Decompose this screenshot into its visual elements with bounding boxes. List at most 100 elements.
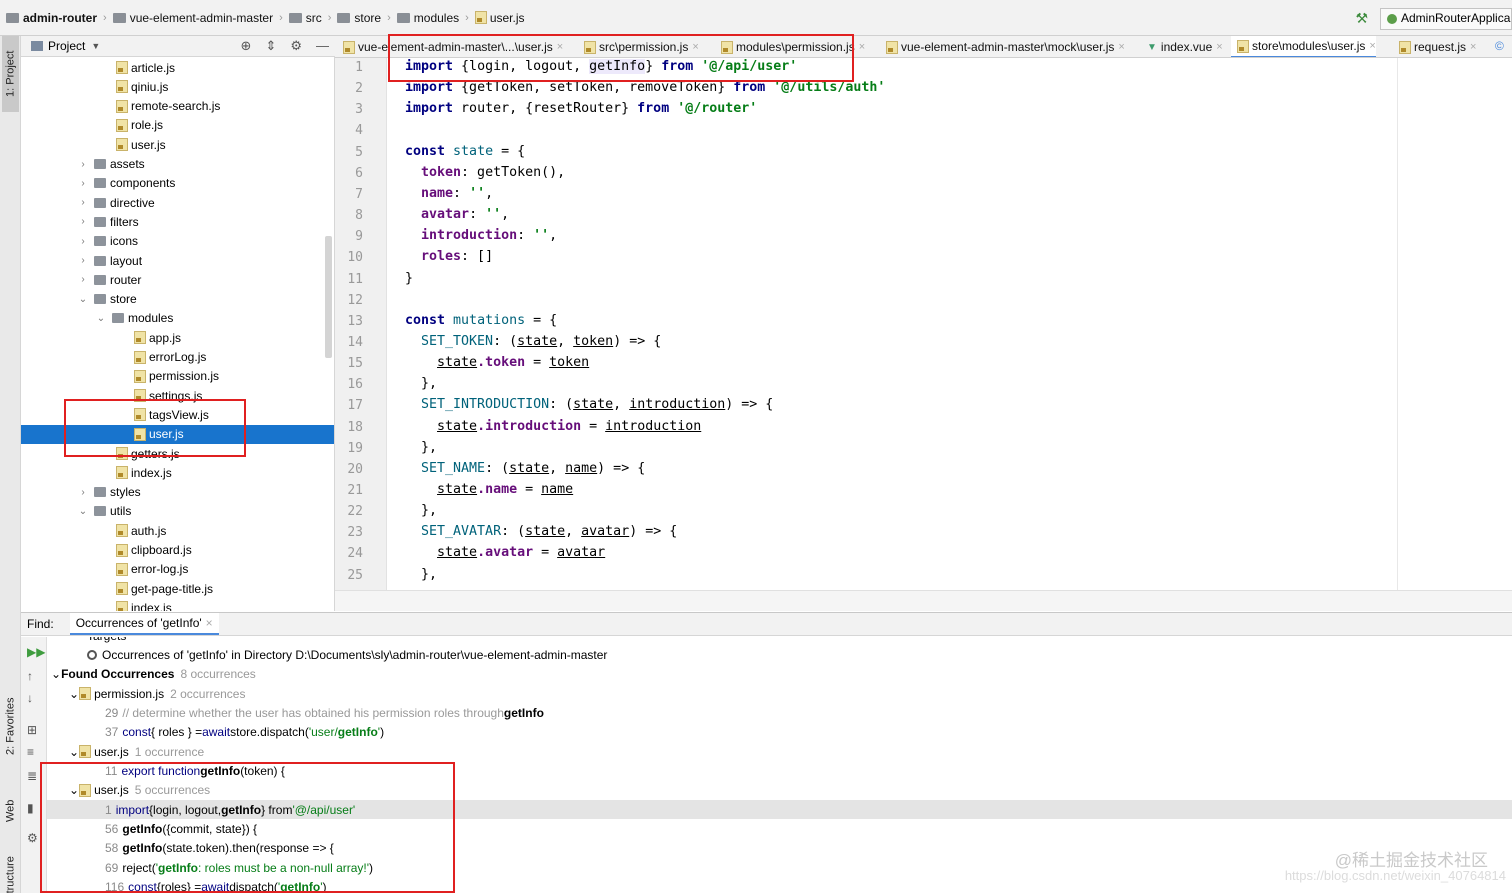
structure-tool-tab[interactable]: 7: Structure [2,842,19,893]
web-tool-tab[interactable]: Web [2,788,19,834]
tree-file-item[interactable]: user.js [21,424,334,444]
collapse-all-results-icon[interactable]: ≣ [27,769,37,783]
editor-tab[interactable]: src\permission.js × [578,36,699,57]
tree-file-item[interactable]: getters.js [21,444,334,463]
previous-occurrence-icon[interactable]: ↑ [27,669,33,683]
breadcrumb-item[interactable]: modules [396,11,459,25]
result-row[interactable]: 11 export function getInfo (token) { [47,761,1512,780]
tree-folder-item[interactable]: ⌄ utils [21,502,334,521]
editor-tab[interactable]: modules\permission.js × [715,36,865,57]
chevron-down-icon[interactable]: ⌄ [69,687,79,701]
tree-file-item[interactable]: article.js [21,58,334,77]
chevron-down-icon[interactable]: ⌄ [51,667,61,681]
tree-folder-item[interactable]: › icons [21,232,334,251]
editor-tab[interactable]: request.js × [1393,36,1476,57]
chevron-down-icon[interactable]: ⌄ [96,313,106,324]
next-occurrence-icon[interactable]: ↓ [27,691,33,705]
rerun-icon[interactable]: ▶▶ [27,645,45,659]
tree-folder-item[interactable]: › layout [21,251,334,270]
group-by-icon[interactable]: ⊞ [27,723,37,737]
tree-folder-item[interactable]: › styles [21,483,334,502]
result-row[interactable]: 37 const { roles } = await store.dispatc… [47,723,1512,742]
tree-folder-item[interactable]: › directive [21,193,334,212]
project-tree-scrollbar[interactable] [325,236,332,358]
tree-file-item[interactable]: index.js [21,463,334,482]
tree-file-item[interactable]: auth.js [21,521,334,540]
chevron-down-icon[interactable]: ⌄ [78,506,88,517]
tree-file-item[interactable]: settings.js [21,386,334,405]
chevron-right-icon[interactable]: › [78,197,88,208]
tree-folder-item[interactable]: ⌄ store [21,290,334,309]
tree-file-item[interactable]: get-page-title.js [21,579,334,598]
collapse-all-icon[interactable]: ⇕ [265,38,276,54]
project-panel-title[interactable]: Project [48,39,85,53]
breadcrumb-item[interactable]: admin-router [6,11,97,25]
code-editor[interactable]: import {login, logout, getInfo} from '@/… [388,58,1512,590]
settings-gear-icon[interactable]: ⚙ [27,831,38,845]
chevron-down-icon[interactable]: ⌄ [69,745,79,759]
close-icon[interactable]: × [1216,41,1222,53]
tree-file-item[interactable]: permission.js [21,367,334,386]
build-hammer-icon[interactable]: ⚒ [1355,10,1368,27]
close-icon[interactable]: × [1369,40,1375,52]
breadcrumb-item[interactable]: user.js [474,11,525,25]
chevron-right-icon[interactable]: › [78,487,88,498]
editor-horizontal-scrollbar[interactable] [335,590,1512,611]
minimize-icon[interactable]: — [316,38,329,54]
breadcrumb-item[interactable]: src [288,11,322,25]
close-icon[interactable]: × [859,41,865,53]
result-row[interactable]: Targets [47,637,1512,645]
chevron-right-icon[interactable]: › [78,159,88,170]
favorites-tool-tab[interactable]: 2: Favorites [2,672,19,780]
preview-icon[interactable]: ▮ [27,801,34,815]
chevron-right-icon[interactable]: › [78,274,88,285]
breadcrumb-item[interactable]: vue-element-admin-master [112,11,273,25]
editor-tab[interactable]: vue-element-admin-master\...\user.js × [337,36,563,57]
tree-file-item[interactable]: index.js [21,598,334,611]
locate-target-icon[interactable]: ⊕ [241,38,252,54]
tree-file-item[interactable]: remote-search.js [21,97,334,116]
tree-folder-item[interactable]: › filters [21,212,334,231]
result-row[interactable]: 58 getInfo (state.token).then(response =>… [47,839,1512,858]
close-icon[interactable]: × [692,41,698,53]
tree-file-item[interactable]: tagsView.js [21,405,334,424]
result-row[interactable]: 1 import {login, logout, getInfo} from '… [47,800,1512,820]
close-icon[interactable]: × [1470,41,1476,53]
find-results-tab[interactable]: Occurrences of 'getInfo' × [69,613,219,635]
editor-tab[interactable]: ▼ index.vue × [1141,36,1223,57]
editor-tab[interactable]: store\modules\user.js × [1231,36,1376,57]
chevron-down-icon[interactable]: ⌄ [69,783,79,797]
tree-file-item[interactable]: clipboard.js [21,541,334,560]
result-row[interactable]: 56 getInfo ({commit, state}) { [47,820,1512,839]
tree-folder-item[interactable]: › components [21,174,334,193]
close-icon[interactable]: × [557,41,563,53]
tree-file-item[interactable]: errorLog.js [21,348,334,367]
chevron-right-icon[interactable]: › [78,178,88,189]
close-icon[interactable]: × [206,616,213,630]
tree-folder-item[interactable]: › assets [21,155,334,174]
tree-folder-item[interactable]: ⌄ modules [21,309,334,328]
result-row[interactable]: 29 // determine whether the user has obt… [47,703,1512,722]
tree-file-item[interactable]: error-log.js [21,560,334,579]
expand-all-icon[interactable]: ≡ [27,745,34,759]
editor-tab[interactable]: vue-element-admin-master\mock\user.js × [880,36,1125,57]
result-row[interactable]: ⌄ permission.js 2 occurrences [47,684,1512,703]
result-row[interactable]: ⌄ user.js 5 occurrences [47,781,1512,800]
tree-file-item[interactable]: role.js [21,116,334,135]
chevron-right-icon[interactable]: › [78,255,88,266]
chevron-right-icon[interactable]: › [78,216,88,227]
tree-folder-item[interactable]: › router [21,270,334,289]
dropdown-arrow-icon[interactable]: ▼ [91,41,100,51]
chevron-right-icon[interactable]: › [78,236,88,247]
result-row[interactable]: ⌄ Found Occurrences 8 occurrences [47,665,1512,684]
run-configuration-selector[interactable]: AdminRouterApplica [1380,8,1512,30]
chevron-down-icon[interactable]: ⌄ [78,294,88,305]
result-row[interactable]: Occurrences of 'getInfo' in Directory D:… [47,645,1512,664]
breadcrumb-item[interactable]: store [337,11,381,25]
gear-icon[interactable]: ⚙ [290,38,302,54]
result-row[interactable]: ⌄ user.js 1 occurrence [47,742,1512,761]
tree-file-item[interactable]: qiniu.js [21,77,334,96]
project-tool-tab[interactable]: 1: Project [2,36,19,112]
tree-file-item[interactable]: app.js [21,328,334,347]
tree-file-item[interactable]: user.js [21,135,334,154]
